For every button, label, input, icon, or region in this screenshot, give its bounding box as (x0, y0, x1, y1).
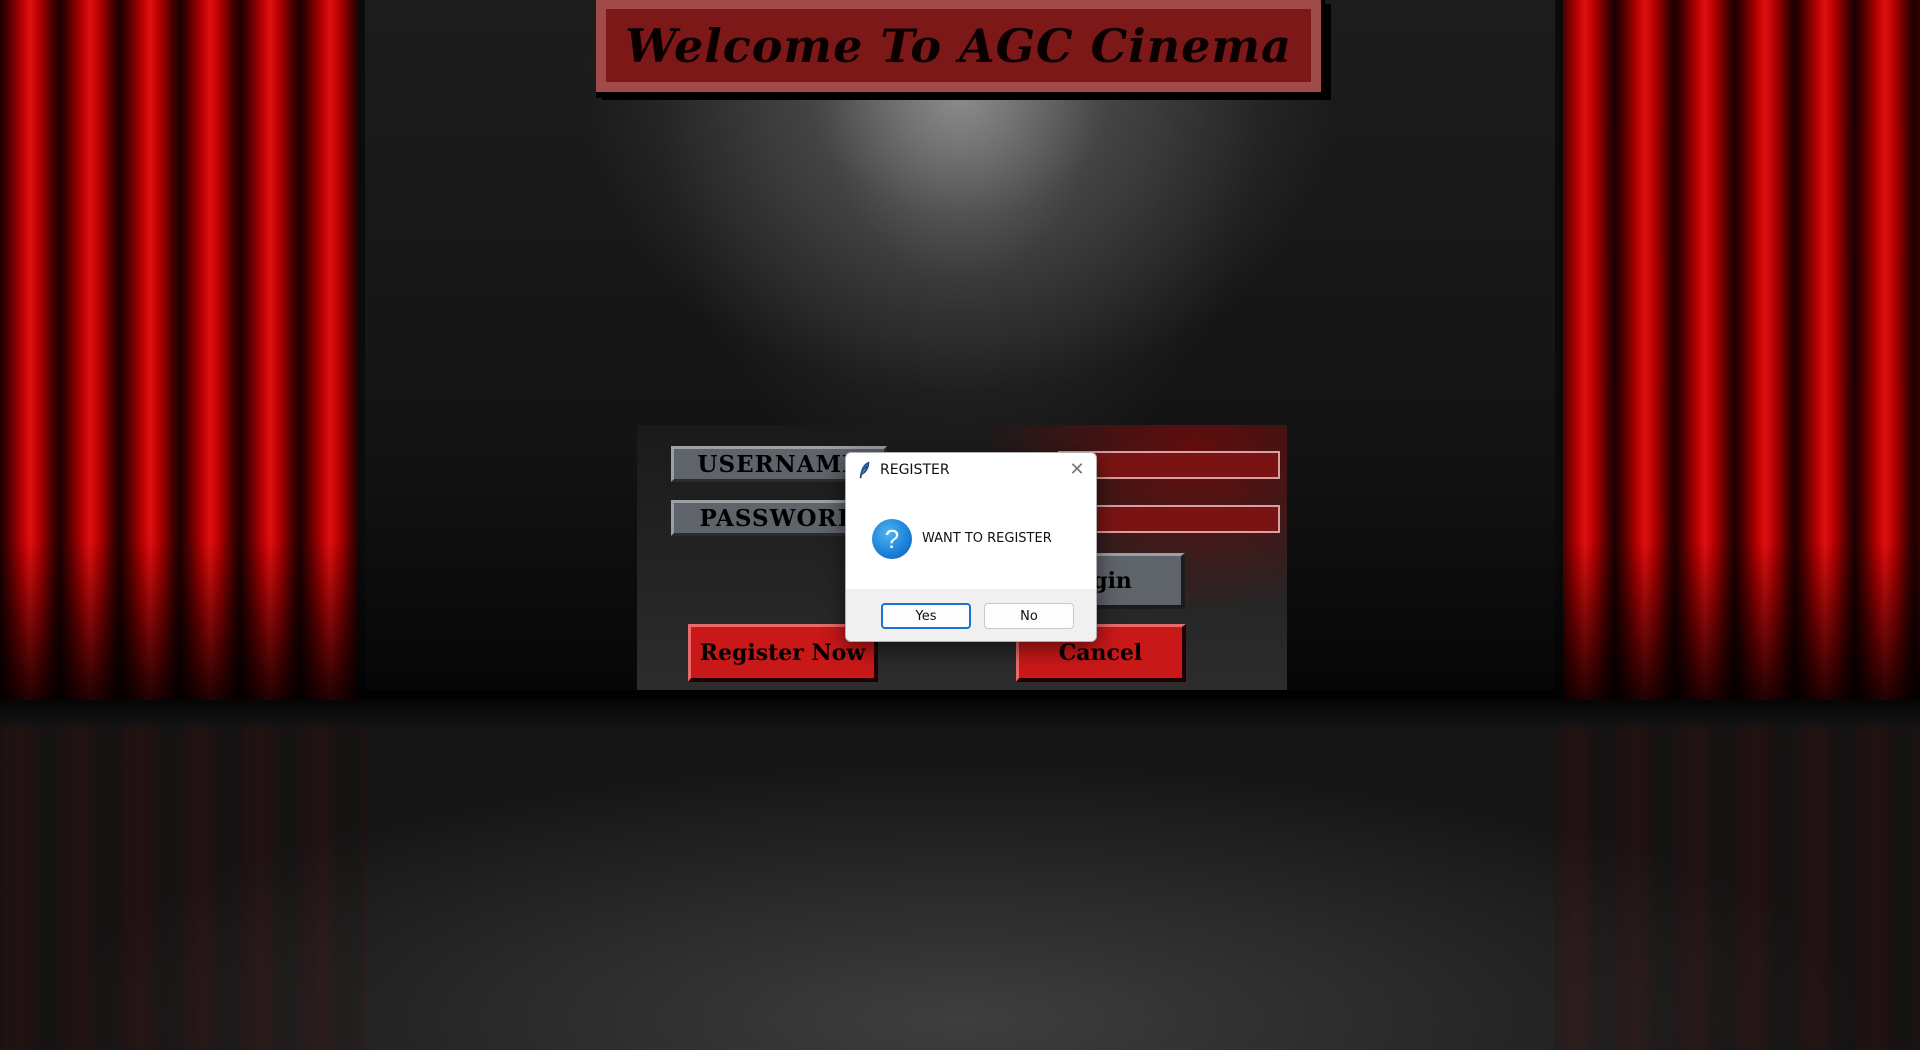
curtain-right (1555, 0, 1920, 700)
dialog-footer: Yes No (846, 589, 1096, 641)
cancel-button-label: Cancel (1058, 639, 1143, 666)
curtain-left (0, 0, 365, 700)
dialog-message: WANT TO REGISTER (922, 531, 1052, 546)
cinema-stage: Welcome To AGC Cinema USERNAME PASSWORD … (0, 0, 1920, 1050)
no-button-label: No (1020, 608, 1038, 624)
dialog-title: REGISTER (880, 462, 950, 478)
yes-button[interactable]: Yes (881, 603, 971, 629)
feather-icon (859, 461, 870, 479)
yes-button-label: Yes (915, 608, 937, 624)
title-banner: Welcome To AGC Cinema (596, 0, 1325, 96)
question-icon: ? (872, 519, 912, 559)
register-button-label: Register Now (699, 639, 866, 666)
curtain-reflection-left (0, 725, 365, 1050)
title-banner-inner: Welcome To AGC Cinema (606, 9, 1311, 82)
page-title: Welcome To AGC Cinema (625, 18, 1292, 73)
no-button[interactable]: No (984, 603, 1074, 629)
register-dialog: REGISTER ✕ ? WANT TO REGISTER Yes No (845, 452, 1097, 642)
close-icon[interactable]: ✕ (1066, 459, 1088, 481)
curtain-reflection-right (1555, 725, 1920, 1050)
dialog-titlebar[interactable]: REGISTER ✕ (846, 453, 1096, 487)
